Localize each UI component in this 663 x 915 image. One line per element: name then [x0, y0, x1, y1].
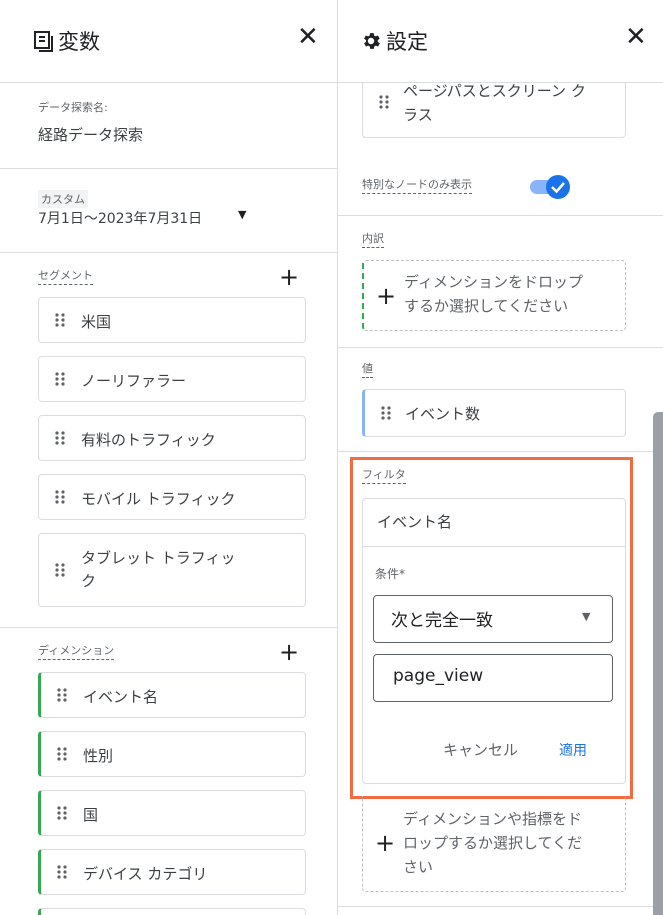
segment-chip[interactable]: タブレット トラフィッ ク	[38, 533, 306, 607]
divider	[0, 252, 337, 253]
dimension-label: 性別	[83, 747, 114, 765]
filter-dimension: イベント名	[377, 513, 453, 531]
date-range-value: 7月1日～2023年7月31日	[38, 211, 203, 227]
filter-editor: イベント名 条件* 次と完全一致 ▼ page_view キャンセル 適用	[362, 498, 626, 784]
divider	[363, 546, 625, 547]
variables-header: 変数 ✕	[0, 0, 337, 83]
drag-handle-icon[interactable]	[57, 747, 67, 761]
special-nodes-toggle[interactable]	[530, 175, 572, 199]
divider	[0, 627, 337, 628]
drag-handle-icon[interactable]	[57, 806, 67, 820]
settings-header: 設定 ✕	[338, 0, 663, 83]
condition-value: 次と完全一致	[391, 611, 493, 631]
add-icon: +	[376, 282, 397, 310]
dimension-chip[interactable]: 国	[38, 790, 306, 836]
drag-handle-icon[interactable]	[55, 431, 65, 445]
drag-handle-icon[interactable]	[55, 490, 65, 504]
cancel-button[interactable]: キャンセル	[443, 739, 518, 760]
divider	[0, 168, 337, 169]
filter-drop-text: ディメンションや指標をド	[403, 810, 582, 828]
dimension-label: イベント名	[83, 688, 159, 706]
breakdown-drop-zone[interactable]: + ディメンションをドロップ するか選択してください	[362, 260, 626, 331]
check-icon	[551, 182, 565, 194]
drag-handle-icon[interactable]	[55, 313, 65, 327]
variables-title-wrap: 変数	[32, 26, 100, 56]
exploration-name-value[interactable]: 経路データ探索	[38, 124, 143, 145]
close-icon[interactable]: ✕	[625, 24, 647, 50]
segment-label: 米国	[81, 313, 112, 331]
drag-handle-icon[interactable]	[381, 406, 391, 420]
drag-handle-icon[interactable]	[55, 563, 65, 577]
add-dimension-icon[interactable]: +	[279, 640, 299, 664]
filter-value: page_view	[393, 666, 484, 686]
node-start-label-wrap: ラス	[403, 106, 433, 124]
segment-label: モバイル トラフィック	[81, 490, 236, 508]
dimension-chip[interactable]: デバイス カテゴリ	[38, 849, 306, 895]
segment-chip[interactable]: ノーリファラー	[38, 356, 306, 402]
add-segment-icon[interactable]: +	[279, 265, 299, 289]
dimension-chip[interactable]	[38, 908, 306, 915]
dimensions-label: ディメンション	[38, 644, 115, 660]
segment-label: 有料のトラフィック	[81, 431, 216, 449]
settings-title-wrap: 設定	[360, 26, 428, 56]
dimension-label: 国	[83, 806, 99, 824]
segment-label-wrap: ク	[81, 572, 97, 590]
drag-handle-icon[interactable]	[379, 95, 389, 109]
filter-drop-text-wrap: ロップするか選択してくだ	[403, 834, 583, 852]
settings-scrollbar[interactable]	[653, 412, 663, 915]
divider	[338, 906, 663, 907]
dropdown-arrow-icon: ▼	[238, 208, 247, 221]
filter-label: フィルタ	[362, 468, 406, 484]
dimension-chip[interactable]: イベント名	[38, 672, 306, 718]
variables-title: 変数	[58, 30, 100, 54]
segment-label: ノーリファラー	[81, 372, 187, 390]
dropdown-arrow-icon: ▼	[582, 610, 591, 623]
segment-chip[interactable]: 有料のトラフィック	[38, 415, 306, 461]
breakdown-label: 内訳	[362, 232, 384, 248]
drag-handle-icon[interactable]	[57, 688, 67, 702]
breakdown-drop-text-wrap: するか選択してください	[404, 297, 569, 315]
condition-select[interactable]: 次と完全一致 ▼	[373, 595, 613, 643]
dimension-chip[interactable]: 性別	[38, 731, 306, 777]
gear-icon	[364, 33, 380, 49]
add-icon: +	[375, 829, 396, 857]
filter-drop-text-wrap2: さい	[403, 858, 434, 876]
apply-button[interactable]: 適用	[559, 740, 587, 760]
drag-handle-icon[interactable]	[57, 865, 67, 879]
drag-handle-icon[interactable]	[55, 372, 65, 386]
settings-panel: ページパスとスクリーン ク ラス 設定 ✕ 特別なノードのみ表示 内訳 + ディ…	[338, 0, 663, 915]
value-chip-label: イベント数	[405, 405, 481, 423]
variables-panel: 変数 ✕ データ探索名: 経路データ探索 カスタム 7月1日～2023年7月31…	[0, 0, 337, 915]
special-nodes-label: 特別なノードのみ表示	[362, 178, 472, 194]
filter-drop-zone[interactable]: + ディメンションや指標をド ロップするか選択してくだ さい	[362, 796, 626, 892]
divider	[338, 347, 663, 348]
settings-title: 設定	[386, 30, 428, 54]
filter-value-input[interactable]: page_view	[373, 654, 613, 702]
divider	[338, 215, 663, 216]
dimension-label: デバイス カテゴリ	[83, 865, 208, 883]
node-start-label: ページパスとスクリーン ク	[403, 82, 586, 100]
exploration-name-label: データ探索名:	[38, 101, 108, 114]
segment-label: タブレット トラフィッ	[81, 549, 236, 567]
condition-label: 条件*	[375, 567, 406, 581]
values-label: 値	[362, 362, 373, 378]
breakdown-drop-text: ディメンションをドロップ	[404, 273, 583, 291]
segments-label: セグメント	[38, 269, 93, 285]
date-badge: カスタム	[38, 190, 88, 208]
value-chip[interactable]: イベント数	[362, 389, 626, 437]
segment-chip[interactable]: 米国	[38, 297, 306, 343]
date-range-selector[interactable]: 7月1日～2023年7月31日 ▼	[38, 208, 258, 230]
segment-chip[interactable]: モバイル トラフィック	[38, 474, 306, 520]
toggle-knob	[546, 175, 570, 199]
variables-icon	[34, 31, 53, 52]
close-icon[interactable]: ✕	[297, 24, 319, 50]
divider	[338, 451, 663, 452]
